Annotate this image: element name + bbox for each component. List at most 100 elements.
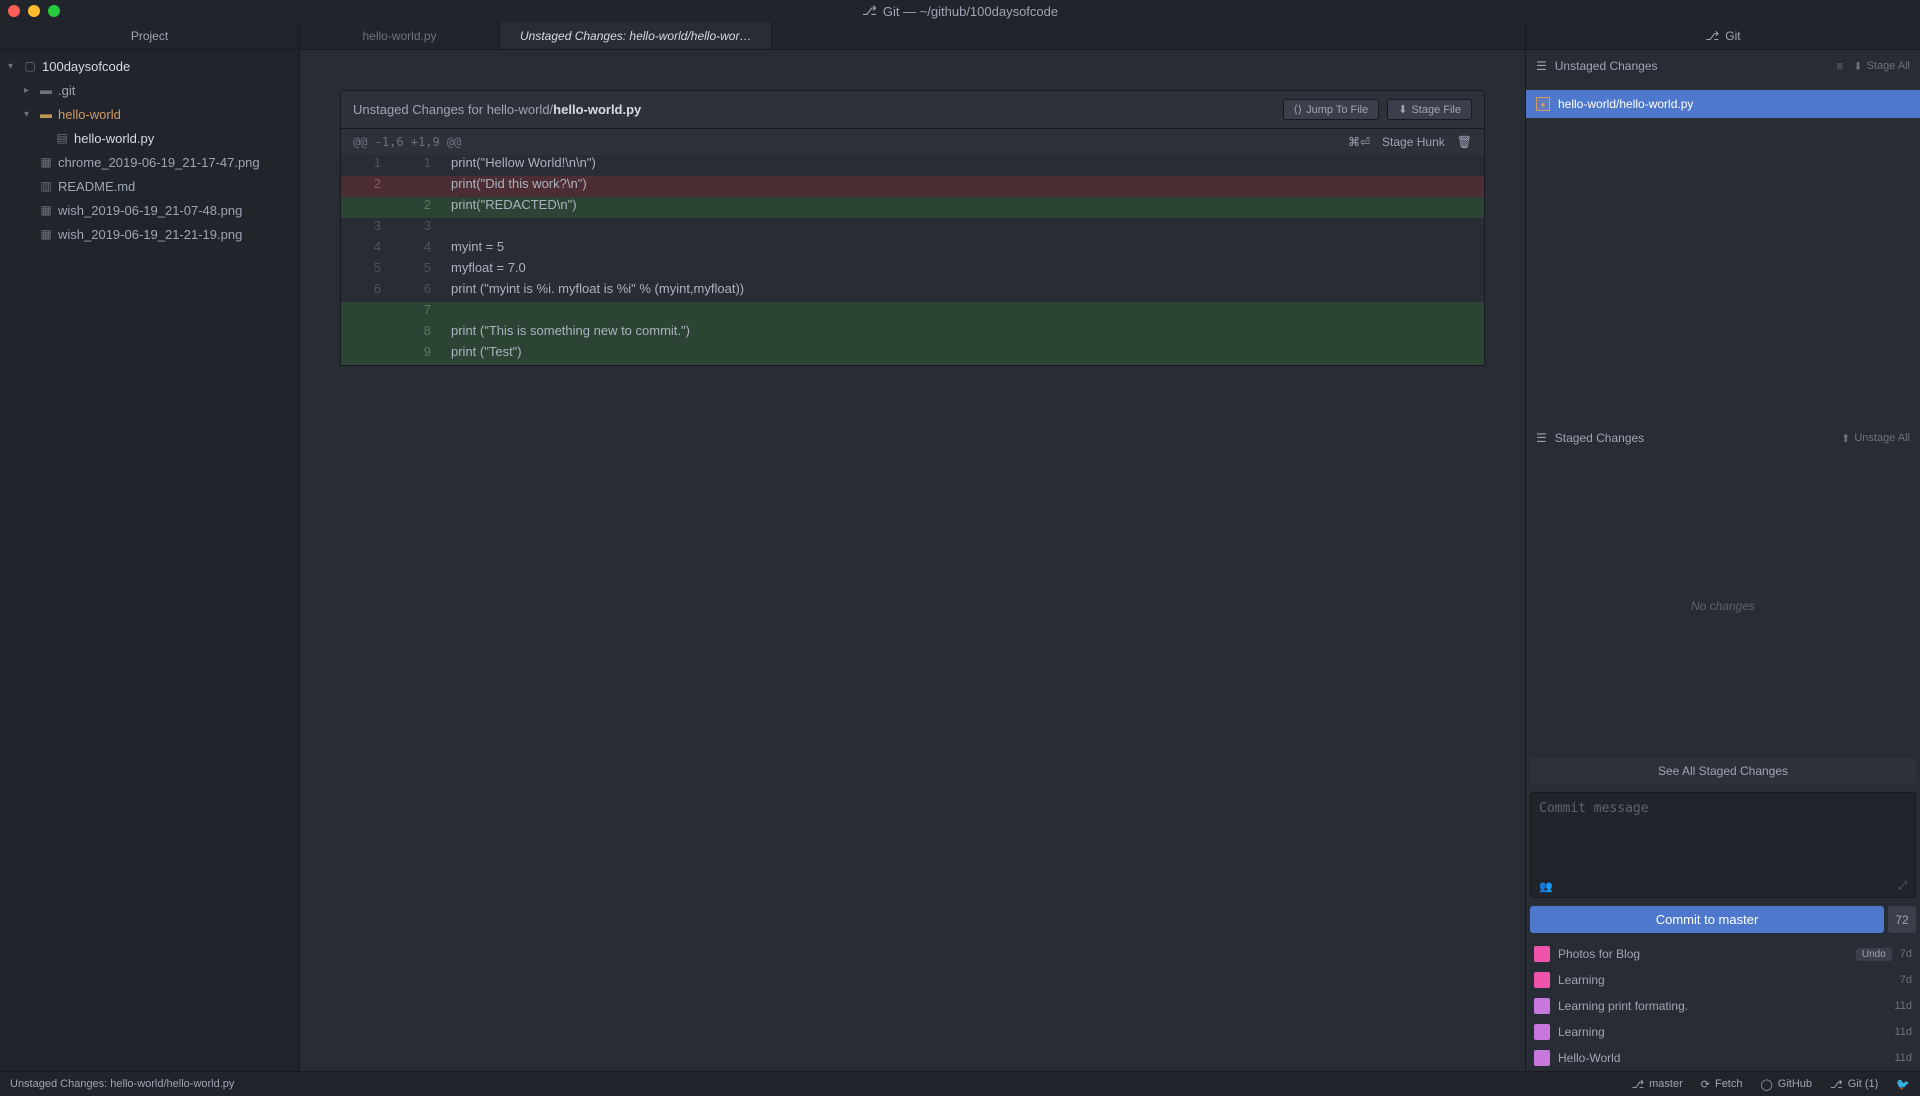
tab-file[interactable]: hello-world.py (300, 22, 500, 49)
tree-root[interactable]: ▾ ▢ 100daysofcode (0, 54, 299, 78)
old-line-number: 2 (341, 176, 391, 197)
git-panel: ⎇ Git ☰ Unstaged Changes ≡ ⬇ Stage All ●… (1525, 22, 1920, 1071)
file-path: hello-world/hello-world.py (1558, 97, 1693, 111)
avatar (1534, 946, 1550, 962)
status-branch[interactable]: ⎇ master (1631, 1078, 1682, 1091)
status-fetch[interactable]: ⟳ Fetch (1701, 1078, 1743, 1091)
tree-file-hello-world-py[interactable]: ▤ hello-world.py (0, 126, 299, 150)
folder-open-icon: ▬ (38, 106, 54, 122)
tree-file[interactable]: ▦ wish_2019-06-19_21-07-48.png (0, 198, 299, 222)
see-all-staged-button[interactable]: See All Staged Changes (1530, 758, 1916, 784)
diff-line[interactable]: 33 (341, 218, 1484, 239)
stage-file-button[interactable]: ⬇ Stage File (1387, 99, 1472, 120)
titlebar: ⎇ Git — ~/github/100daysofcode (0, 0, 1920, 22)
diff-line[interactable]: 7 (341, 302, 1484, 323)
discard-hunk-button[interactable]: 🗑 (1457, 135, 1472, 149)
diff-line[interactable]: 66print ("myint is %i. myfloat is %i" % … (341, 281, 1484, 302)
new-line-number: 3 (391, 218, 441, 239)
tree-file[interactable]: ▦ chrome_2019-06-19_21-17-47.png (0, 150, 299, 174)
stage-all-button[interactable]: ⬇ Stage All (1853, 60, 1910, 73)
git-panel-header: ⎇ Git (1526, 22, 1920, 50)
coauthor-icon[interactable]: 👥 (1539, 880, 1553, 893)
commit-row[interactable]: Learning7d (1526, 967, 1920, 993)
commit-button[interactable]: Commit to master (1530, 906, 1884, 933)
commit-row[interactable]: Hello-World11d (1526, 1045, 1920, 1071)
new-line-number: 5 (391, 260, 441, 281)
diff-line[interactable]: 8print ("This is something new to commit… (341, 323, 1484, 344)
minimize-window-button[interactable] (28, 5, 40, 17)
window-controls (8, 5, 60, 17)
diff-file-title: Unstaged Changes for hello-world/hello-w… (353, 102, 641, 117)
close-window-button[interactable] (8, 5, 20, 17)
old-line-number (341, 344, 391, 365)
diff-line[interactable]: 44myint = 5 (341, 239, 1484, 260)
diff-line[interactable]: 55myfloat = 7.0 (341, 260, 1484, 281)
branch-icon: ⎇ (1631, 1078, 1644, 1091)
commit-char-counter: 72 (1888, 906, 1916, 933)
staged-empty-state: No changes (1526, 454, 1920, 758)
unstaged-file-row[interactable]: ● hello-world/hello-world.py (1526, 90, 1920, 118)
collapse-icon[interactable]: ≡ (1836, 59, 1843, 73)
unstage-all-button[interactable]: ⬆ Unstage All (1841, 432, 1910, 445)
line-content: print ("Test") (441, 344, 522, 365)
git-merge-icon: ⎇ (1830, 1078, 1843, 1091)
avatar (1534, 1050, 1550, 1066)
new-line-number: 7 (391, 302, 441, 323)
new-line-number: 6 (391, 281, 441, 302)
git-merge-icon: ⎇ (1705, 29, 1719, 43)
old-line-number (341, 302, 391, 323)
tree-file[interactable]: ▦ wish_2019-06-19_21-21-19.png (0, 222, 299, 246)
commit-row[interactable]: Photos for BlogUndo7d (1526, 941, 1920, 967)
status-bird-icon[interactable]: 🐦 (1896, 1078, 1910, 1091)
old-line-number: 5 (341, 260, 391, 281)
tree-item-label: chrome_2019-06-19_21-17-47.png (58, 155, 260, 170)
old-line-number: 3 (341, 218, 391, 239)
tree-file-readme[interactable]: ▥ README.md (0, 174, 299, 198)
status-bar: Unstaged Changes: hello-world/hello-worl… (0, 1071, 1920, 1096)
line-content: print ("myint is %i. myfloat is %i" % (m… (441, 281, 744, 302)
diff-line[interactable]: 2print("REDACTED\n") (341, 197, 1484, 218)
diff-line[interactable]: 2print("Did this work?\n") (341, 176, 1484, 197)
stage-hunk-button[interactable]: Stage Hunk (1382, 135, 1445, 149)
download-icon: ⬇ (1398, 103, 1407, 116)
status-badge-modified: ● (1536, 97, 1550, 111)
commit-message-input[interactable] (1531, 793, 1915, 873)
git-icon: ⎇ (862, 3, 877, 19)
tab-unstaged-changes[interactable]: Unstaged Changes: hello-world/hello-wor… (500, 22, 772, 49)
tree-item-label: wish_2019-06-19_21-21-19.png (58, 227, 242, 242)
line-content: print ("This is something new to commit.… (441, 323, 690, 344)
new-line-number: 9 (391, 344, 441, 365)
diff-line[interactable]: 11print("Hellow World!\n\n") (341, 155, 1484, 176)
commit-row[interactable]: Learning 11d (1526, 1019, 1920, 1045)
tree-item-label: wish_2019-06-19_21-07-48.png (58, 203, 242, 218)
line-content (441, 218, 451, 239)
commit-message: Learning print formating. (1558, 999, 1886, 1013)
upload-icon: ⬆ (1841, 432, 1850, 445)
tree-folder-git[interactable]: ▸ ▬ .git (0, 78, 299, 102)
list-icon: ☰ (1536, 59, 1547, 73)
avatar (1534, 998, 1550, 1014)
download-icon: ⬇ (1853, 60, 1862, 73)
undo-button[interactable]: Undo (1856, 948, 1892, 961)
maximize-window-button[interactable] (48, 5, 60, 17)
commit-message: Learning (1558, 1025, 1886, 1039)
image-icon: ▦ (38, 202, 54, 218)
commit-time: 11d (1894, 1052, 1912, 1064)
commit-row[interactable]: Learning print formating.11d (1526, 993, 1920, 1019)
status-git-files[interactable]: ⎇ Git (1) (1830, 1078, 1878, 1091)
tab-bar: hello-world.py Unstaged Changes: hello-w… (300, 22, 1525, 50)
status-left-text: Unstaged Changes: hello-world/hello-worl… (10, 1078, 234, 1090)
image-icon: ▦ (38, 154, 54, 170)
commit-message: Photos for Blog (1558, 947, 1848, 961)
commit-time: 11d (1894, 1026, 1912, 1038)
jump-to-file-button[interactable]: ⟨⟩ Jump To File (1283, 99, 1380, 120)
project-tree: ▾ ▢ 100daysofcode ▸ ▬ .git ▾ ▬ hello-wor… (0, 50, 299, 250)
staged-changes-label: Staged Changes (1555, 431, 1644, 445)
tree-folder-hello-world[interactable]: ▾ ▬ hello-world (0, 102, 299, 126)
status-github[interactable]: ◯ GitHub (1760, 1078, 1812, 1091)
expand-icon[interactable]: ⤢ (1898, 880, 1907, 893)
diff-line[interactable]: 9print ("Test") (341, 344, 1484, 365)
old-line-number: 6 (341, 281, 391, 302)
sync-icon: ⟳ (1701, 1078, 1710, 1091)
unstaged-files-list: ● hello-world/hello-world.py (1526, 90, 1920, 118)
